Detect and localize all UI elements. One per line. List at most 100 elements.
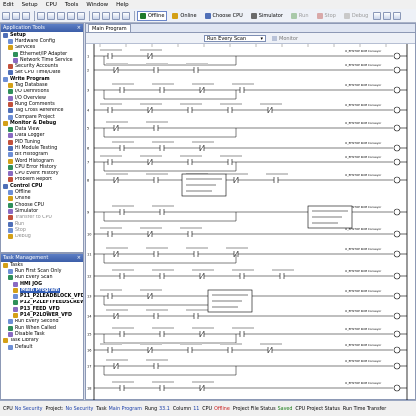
coil-label: O_EHSTOP KOM Conveyor <box>345 103 382 107</box>
tree-item-label: CPU Event History <box>15 171 59 177</box>
scan-select-value: Run Every Scan <box>207 35 247 42</box>
rung-number: 13 <box>87 295 91 299</box>
cut-icon[interactable] <box>37 11 45 20</box>
main-program-tabstrip: Main Program <box>86 24 415 33</box>
tree-item-label: P11_P2LEADBLOCK_VFD <box>20 294 83 300</box>
save-icon[interactable] <box>22 11 30 20</box>
menu-item-window[interactable]: Window <box>86 2 108 8</box>
help-icon[interactable] <box>122 11 130 20</box>
step-icon[interactable] <box>373 11 382 20</box>
tree-item-label: Problem Report <box>15 177 53 183</box>
debug-label: Debug <box>351 12 369 19</box>
tree-node-icon <box>8 344 13 350</box>
output-coil <box>393 144 401 152</box>
menu-item-help[interactable]: Help <box>116 2 129 8</box>
contact-tag-label <box>232 83 254 85</box>
tree-node-icon <box>8 139 13 145</box>
status-column-label: Column <box>172 406 192 412</box>
new-project-icon[interactable] <box>2 11 10 20</box>
contact-tag-label <box>140 103 162 105</box>
undo-icon[interactable] <box>67 11 75 20</box>
paste-icon[interactable] <box>57 11 65 20</box>
rung-number: 11 <box>87 253 91 257</box>
copy-icon[interactable] <box>47 11 55 20</box>
contact-tag-label <box>112 205 134 207</box>
zoom-icon[interactable] <box>102 11 110 20</box>
open-project-icon[interactable] <box>12 11 20 20</box>
contact-tag-label <box>152 83 174 85</box>
status-task-value: Main Program <box>108 406 142 412</box>
offline-button[interactable]: Offline <box>137 10 168 21</box>
tree-node-icon <box>8 227 13 233</box>
tree-node-icon <box>8 275 13 281</box>
tree-node-icon <box>8 45 13 51</box>
tree-item-label: Simulator <box>15 208 39 214</box>
breakpoint-icon[interactable] <box>383 11 392 20</box>
tree-item-label: PID Tuning <box>15 139 41 145</box>
contact-gap <box>194 313 198 319</box>
contact-tag-label <box>220 343 242 345</box>
contact-tag-label <box>112 381 134 383</box>
output-coil <box>393 208 401 216</box>
rung-number: 3 <box>87 89 89 93</box>
tree-item-default[interactable]: Default <box>1 344 83 350</box>
tree-item-label: Run First Scan Only <box>15 268 62 274</box>
output-coil <box>393 292 401 300</box>
close-icon[interactable]: × <box>77 25 81 31</box>
coil-label: O_EHSTOP KOM Conveyor <box>345 327 382 331</box>
redo-icon[interactable] <box>77 11 85 20</box>
tree-item-p11-p2leadblock-vfd[interactable]: P11_P2LEADBLOCK_VFD <box>1 293 83 300</box>
print-icon[interactable] <box>112 11 120 20</box>
tree-node-icon <box>8 95 13 101</box>
ladder-diagram[interactable]: 1 O_EHSTOP KOM Conveyor 2 O_EHSTOP KOM Conv… <box>86 44 415 400</box>
stop-button[interactable]: Stop <box>314 11 339 21</box>
contact-gap <box>108 231 112 237</box>
coil-label: O_EHSTOP KOM Conveyor <box>345 343 382 347</box>
tab-main-program[interactable]: Main Program <box>88 24 131 32</box>
find-icon[interactable] <box>92 11 100 20</box>
tree-item-label: P13_FEED_VFD <box>20 306 60 312</box>
tree-item-p14-p2lower-vfd[interactable]: P14_P2LOWER_VFD <box>1 312 83 319</box>
task-management-panel: Task Management × Tasks Run First Scan On… <box>0 253 84 400</box>
contact-tag-label <box>146 359 168 361</box>
tree-node-icon <box>13 300 18 306</box>
contact-tag-label <box>100 343 122 345</box>
online-button[interactable]: Online <box>169 11 199 21</box>
main-program-window: Main Program Run Every Scan ▾ Monitor 1 O… <box>85 23 416 400</box>
menu-item-cpu[interactable]: CPU <box>46 2 57 8</box>
contact-tag-label <box>106 121 128 123</box>
tree-item-label: Data View <box>15 127 40 133</box>
menu-item-tools[interactable]: Tools <box>65 2 79 8</box>
window-icon[interactable] <box>393 11 402 20</box>
contact-gap <box>228 159 232 165</box>
run-button[interactable]: Run <box>288 11 312 21</box>
tree-node-icon <box>8 190 13 196</box>
choose-cpu-button[interactable]: Choose CPU <box>202 11 246 21</box>
contact-tag-label <box>226 247 248 249</box>
monitor-label: Monitor <box>279 35 299 42</box>
instruction-text <box>312 210 348 212</box>
menu-item-setup[interactable]: Setup <box>22 2 38 8</box>
tree-item-network-time-service[interactable]: Network Time Service <box>1 57 83 63</box>
contact-gap <box>120 273 124 279</box>
menu-item-edit[interactable]: Edit <box>3 2 14 8</box>
tree-node-icon <box>8 152 13 158</box>
contact-gap <box>274 177 278 183</box>
task-management-title-text: Task Management <box>3 255 49 261</box>
close-icon[interactable]: × <box>77 255 81 261</box>
application-tools-list: Setup Hardware Config Services Ethernet/IP … <box>1 32 83 240</box>
tree-item-debug[interactable]: Debug <box>1 234 83 240</box>
monitor-button[interactable]: Monitor <box>272 35 298 42</box>
contact-tag-label <box>106 173 128 175</box>
debug-button[interactable]: Debug <box>341 11 371 21</box>
contact-tag-label <box>146 121 168 123</box>
contact-gap <box>154 251 158 257</box>
coil-label: O_EHSTOP KOM Conveyor <box>345 289 382 293</box>
contact-tag-label <box>186 63 208 65</box>
tree-node-icon <box>3 338 8 344</box>
rung-number: 16 <box>87 349 91 353</box>
tree-node-icon <box>13 294 18 300</box>
scan-select[interactable]: Run Every Scan ▾ <box>204 35 266 42</box>
simulator-button[interactable]: Simulator <box>248 11 286 21</box>
tree-node-icon <box>8 83 13 89</box>
